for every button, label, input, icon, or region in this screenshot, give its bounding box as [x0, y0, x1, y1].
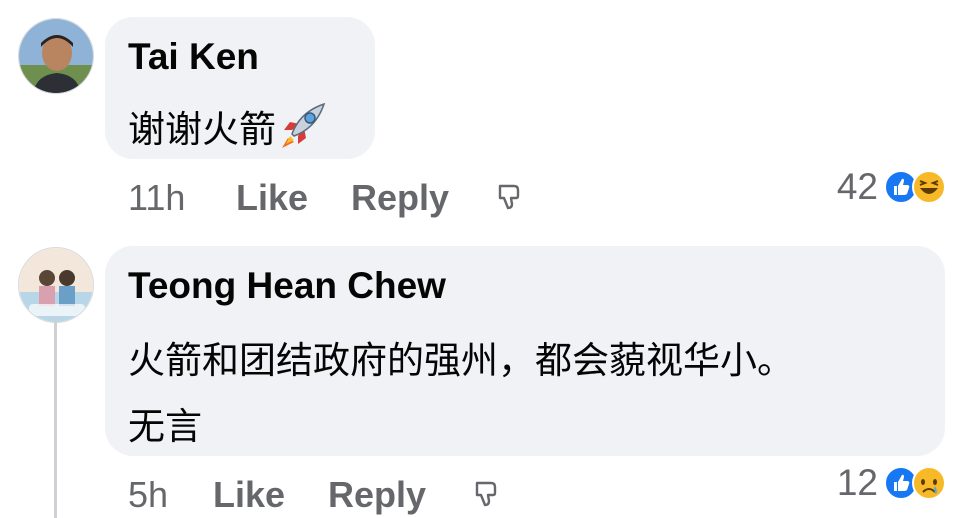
sad-reaction-icon — [912, 466, 946, 505]
comment-time[interactable]: 11h — [128, 177, 185, 219]
avatar-tai-ken[interactable] — [18, 18, 94, 94]
haha-reaction-icon — [912, 170, 946, 209]
comment-text: 谢谢火箭 — [128, 99, 328, 159]
comment-text-line-2: 无言 — [128, 405, 202, 448]
reply-button[interactable]: Reply — [328, 474, 426, 516]
avatar-teong-hean-chew[interactable] — [18, 247, 94, 323]
dislike-icon[interactable] — [471, 479, 499, 514]
reaction-count[interactable]: 12 — [828, 462, 878, 504]
comment-author[interactable]: Tai Ken — [128, 36, 259, 78]
comment-text-line-1: 火箭和团结政府的强州，都会藐视华小。 — [128, 339, 794, 382]
reply-button[interactable]: Reply — [351, 177, 449, 219]
reaction-count[interactable]: 42 — [828, 166, 878, 208]
like-button[interactable]: Like — [213, 474, 285, 516]
dislike-icon[interactable] — [494, 182, 522, 217]
comment-time[interactable]: 5h — [128, 474, 168, 516]
like-button[interactable]: Like — [236, 177, 308, 219]
comment-author[interactable]: Teong Hean Chew — [128, 265, 446, 307]
thread-line — [54, 318, 57, 518]
rocket-emoji-icon — [278, 100, 328, 159]
